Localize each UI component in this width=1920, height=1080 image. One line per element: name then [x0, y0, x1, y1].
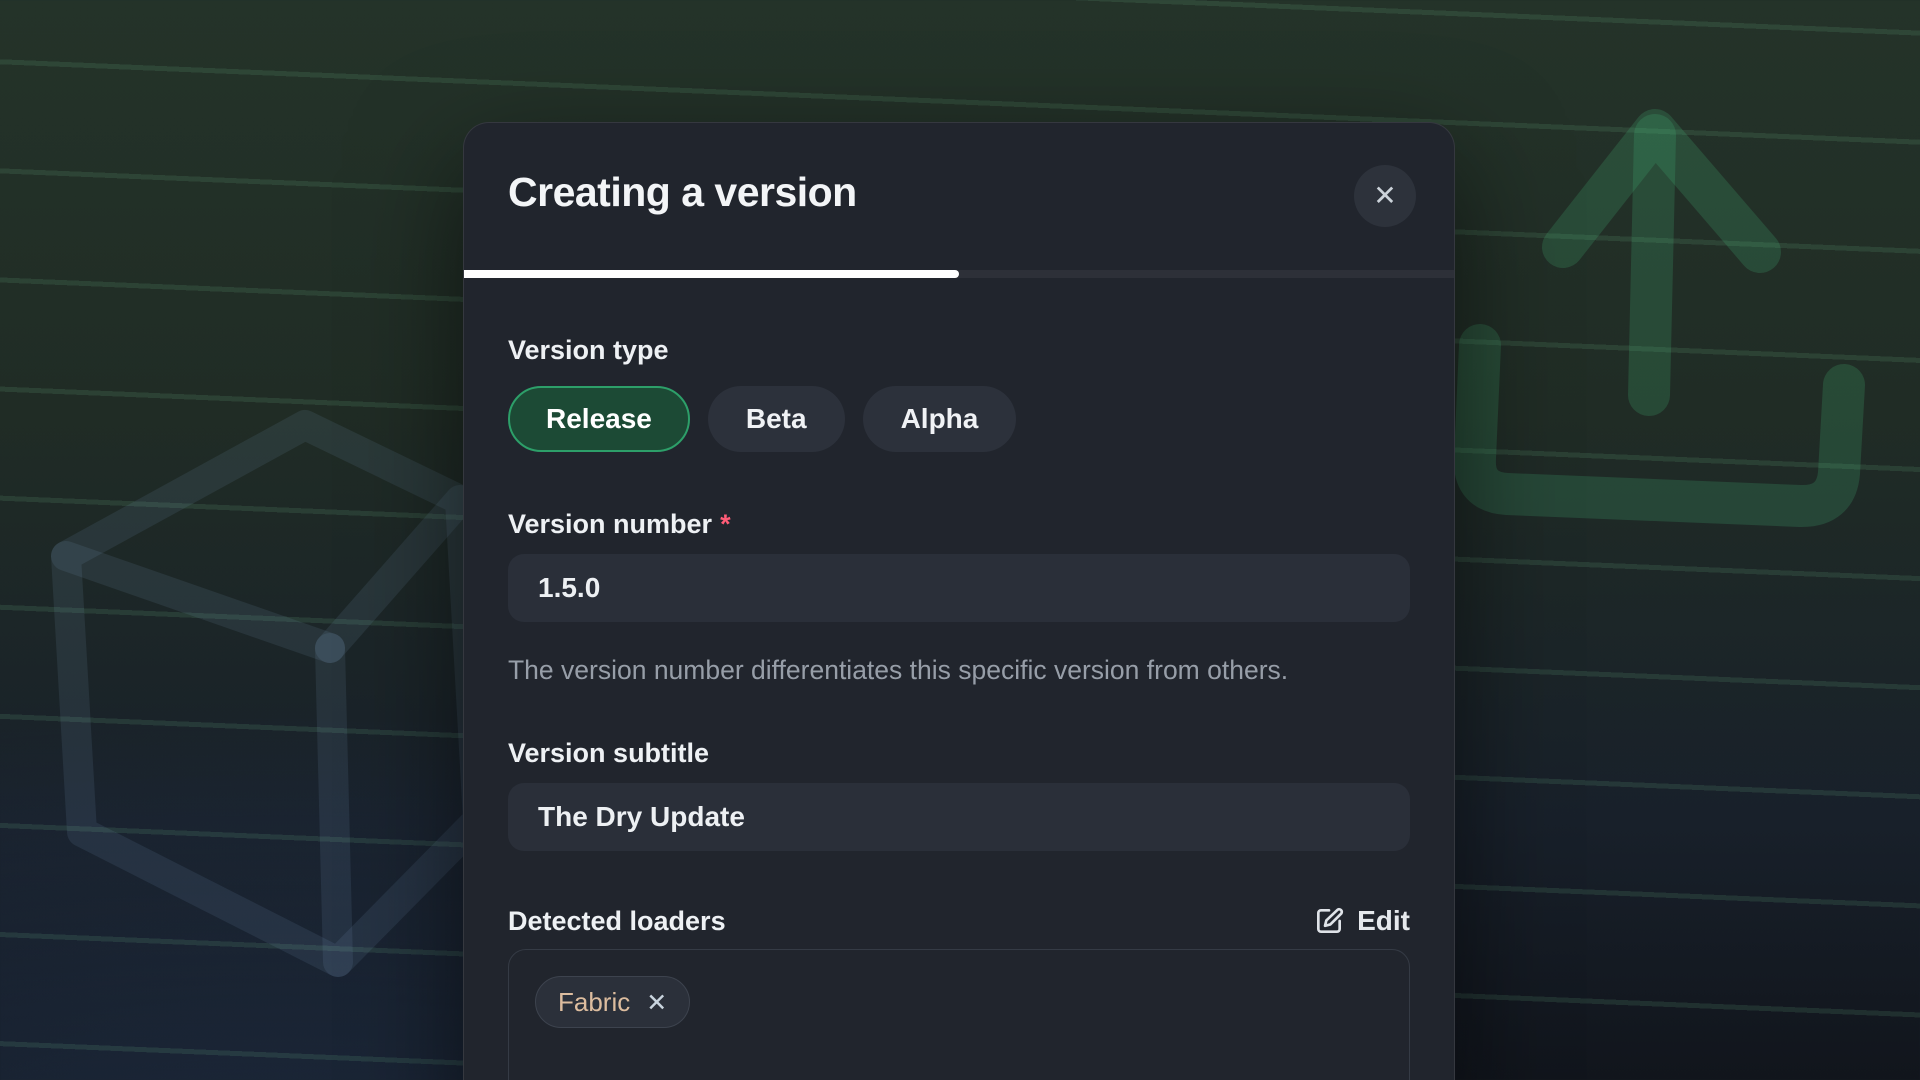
loader-chip-fabric: Fabric ✕ — [535, 976, 690, 1028]
version-subtitle-input[interactable] — [508, 783, 1410, 851]
alpha-option-button[interactable]: Alpha — [863, 386, 1017, 452]
edit-icon — [1313, 905, 1345, 937]
progress-fill — [464, 270, 959, 278]
version-number-input[interactable] — [508, 554, 1410, 622]
version-number-label: Version number* — [508, 508, 1410, 540]
edit-label: Edit — [1357, 905, 1410, 937]
detected-loaders-row: Detected loaders Edit — [508, 905, 1410, 937]
loader-chip-label: Fabric — [558, 987, 630, 1018]
version-type-label: Version type — [508, 334, 1410, 366]
beta-option-button[interactable]: Beta — [708, 386, 845, 452]
modal-body: Version type Release Beta Alpha Version … — [464, 278, 1454, 1080]
creating-version-modal: Creating a version ✕ Version type Releas… — [463, 122, 1455, 1080]
detected-loaders-label: Detected loaders — [508, 905, 726, 937]
version-number-help: The version number differentiates this s… — [508, 648, 1370, 693]
cube-wireframe-icon — [66, 425, 478, 962]
edit-loaders-button[interactable]: Edit — [1313, 905, 1410, 937]
remove-icon: ✕ — [646, 988, 667, 1017]
modal-title: Creating a version — [508, 169, 1410, 216]
release-option-button[interactable]: Release — [508, 386, 690, 452]
version-subtitle-label: Version subtitle — [508, 737, 1410, 769]
close-icon: ✕ — [1373, 182, 1396, 210]
upload-arrow-icon — [1475, 130, 1844, 506]
progress-track — [464, 270, 1454, 278]
version-type-options: Release Beta Alpha — [508, 386, 1410, 452]
page-background: { "modal": { "title": "Creating a versio… — [0, 0, 1920, 1080]
detected-loaders-box: Fabric ✕ — [508, 949, 1410, 1080]
remove-loader-button[interactable]: ✕ — [646, 990, 667, 1015]
modal-header: Creating a version ✕ — [464, 123, 1454, 216]
required-marker: * — [720, 509, 731, 539]
close-button[interactable]: ✕ — [1354, 165, 1416, 227]
